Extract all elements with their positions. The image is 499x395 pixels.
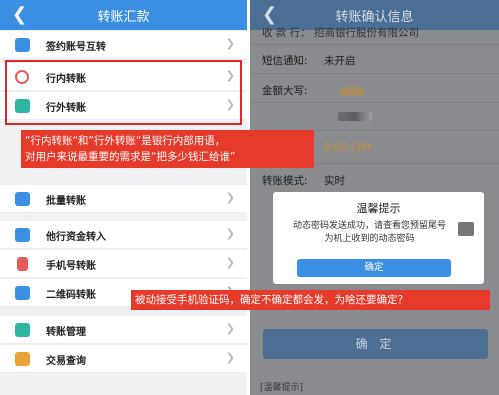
qrcode-icon bbox=[15, 286, 30, 300]
menu-item-manage[interactable]: 转账管理 ❯ bbox=[0, 316, 247, 344]
dialog-confirm-button[interactable]: 确定 bbox=[297, 259, 451, 277]
left-screen: ❮ 转账汇款 签约账号互转 ❯ 行内转账 ❯ 行外转账 ❯ 批量转账 ❯ 他行资… bbox=[0, 0, 247, 395]
info-key: 金额大写: bbox=[262, 85, 308, 97]
fund-in-icon bbox=[15, 228, 30, 242]
info-key: 转账模式: bbox=[262, 175, 308, 187]
menu-item-label: 手机号转账 bbox=[46, 261, 96, 272]
confirm-button[interactable]: 确 定 bbox=[263, 329, 488, 359]
info-value: 实时 bbox=[324, 175, 345, 187]
chevron-right-icon: ❯ bbox=[225, 191, 235, 204]
info-key: 短信通知: bbox=[262, 55, 308, 67]
annotation-1-line1: “行内转账“和”行外转账“是银行内部用语， bbox=[25, 135, 226, 147]
highlight-box bbox=[5, 60, 242, 125]
redacted-amount bbox=[338, 112, 372, 121]
chevron-right-icon: ❯ bbox=[225, 351, 235, 364]
menu-item-batch[interactable]: 批量转账 ❯ bbox=[0, 185, 247, 213]
info-row-amount-words: 金额大写: bbox=[262, 78, 492, 104]
query-icon bbox=[15, 352, 30, 366]
manage-icon bbox=[15, 323, 30, 337]
menu-item-fund-in[interactable]: 他行资金转入 ❯ bbox=[0, 221, 247, 249]
bottom-hint: [温馨提示] bbox=[260, 383, 304, 393]
divider bbox=[250, 44, 499, 45]
phone-icon bbox=[17, 257, 28, 271]
menu-item-label: 交易查询 bbox=[46, 356, 86, 367]
page-title: 转账确认信息 bbox=[335, 10, 414, 25]
annotation-2: 被动接受手机验证码，确定不确定都会发，为啥还要确定？ bbox=[131, 290, 490, 310]
batch-icon bbox=[15, 192, 30, 206]
menu-item-phone[interactable]: 手机号转账 ❯ bbox=[0, 250, 247, 278]
dialog-title: 温馨提示 bbox=[356, 202, 401, 215]
chevron-right-icon: ❯ bbox=[225, 256, 235, 269]
page-title: 转账汇款 bbox=[97, 10, 150, 25]
menu-item-label: 他行资金转入 bbox=[46, 232, 106, 243]
chevron-right-icon: ❯ bbox=[225, 37, 235, 50]
menu-item-label: 二维码转账 bbox=[46, 290, 96, 301]
divider bbox=[250, 73, 499, 74]
menu-item-label: 批量转账 bbox=[46, 196, 86, 207]
menu-item-label: 签约账号互转 bbox=[46, 42, 106, 53]
menu-item-sign-account[interactable]: 签约账号互转 ❯ bbox=[0, 31, 247, 59]
tip-dialog: 温馨提示 动态密码发送成功，请查看您预留尾号为机上收到的动态密码 确定 bbox=[273, 192, 484, 284]
divider bbox=[250, 102, 499, 103]
dialog-message: 动态密码发送成功，请查看您预留尾号为机上收到的动态密码 bbox=[292, 221, 446, 244]
annotation-1-line2: 对用户来说最重要的需求是“把多少钱汇给谁” bbox=[25, 151, 236, 163]
chevron-right-icon: ❯ bbox=[225, 227, 235, 240]
menu-item-query[interactable]: 交易查询 ❯ bbox=[0, 345, 247, 373]
info-row-mode: 转账模式: 实时 bbox=[262, 168, 492, 194]
annotation-1: “行内转账“和”行外转账“是银行内部用语， 对用户来说最重要的需求是“把多少钱汇… bbox=[21, 130, 314, 168]
amount-value: 0.00 CNY bbox=[324, 142, 373, 154]
info-value: 未开启 bbox=[324, 55, 356, 67]
chevron-right-icon: ❯ bbox=[225, 322, 235, 335]
info-row-sms: 短信通知: 未开启 bbox=[262, 48, 492, 74]
info-partial: 收 款 行： 招商银行股份有限公司 bbox=[262, 27, 420, 39]
card-icon bbox=[15, 38, 30, 52]
redacted-amount-words bbox=[340, 87, 364, 96]
phone-mini-icon bbox=[458, 222, 474, 236]
menu-item-label: 转账管理 bbox=[46, 327, 86, 338]
left-header: ❮ 转账汇款 bbox=[0, 0, 247, 30]
info-row-partial: 收 款 行： 招商银行股份有限公司 bbox=[262, 27, 492, 41]
